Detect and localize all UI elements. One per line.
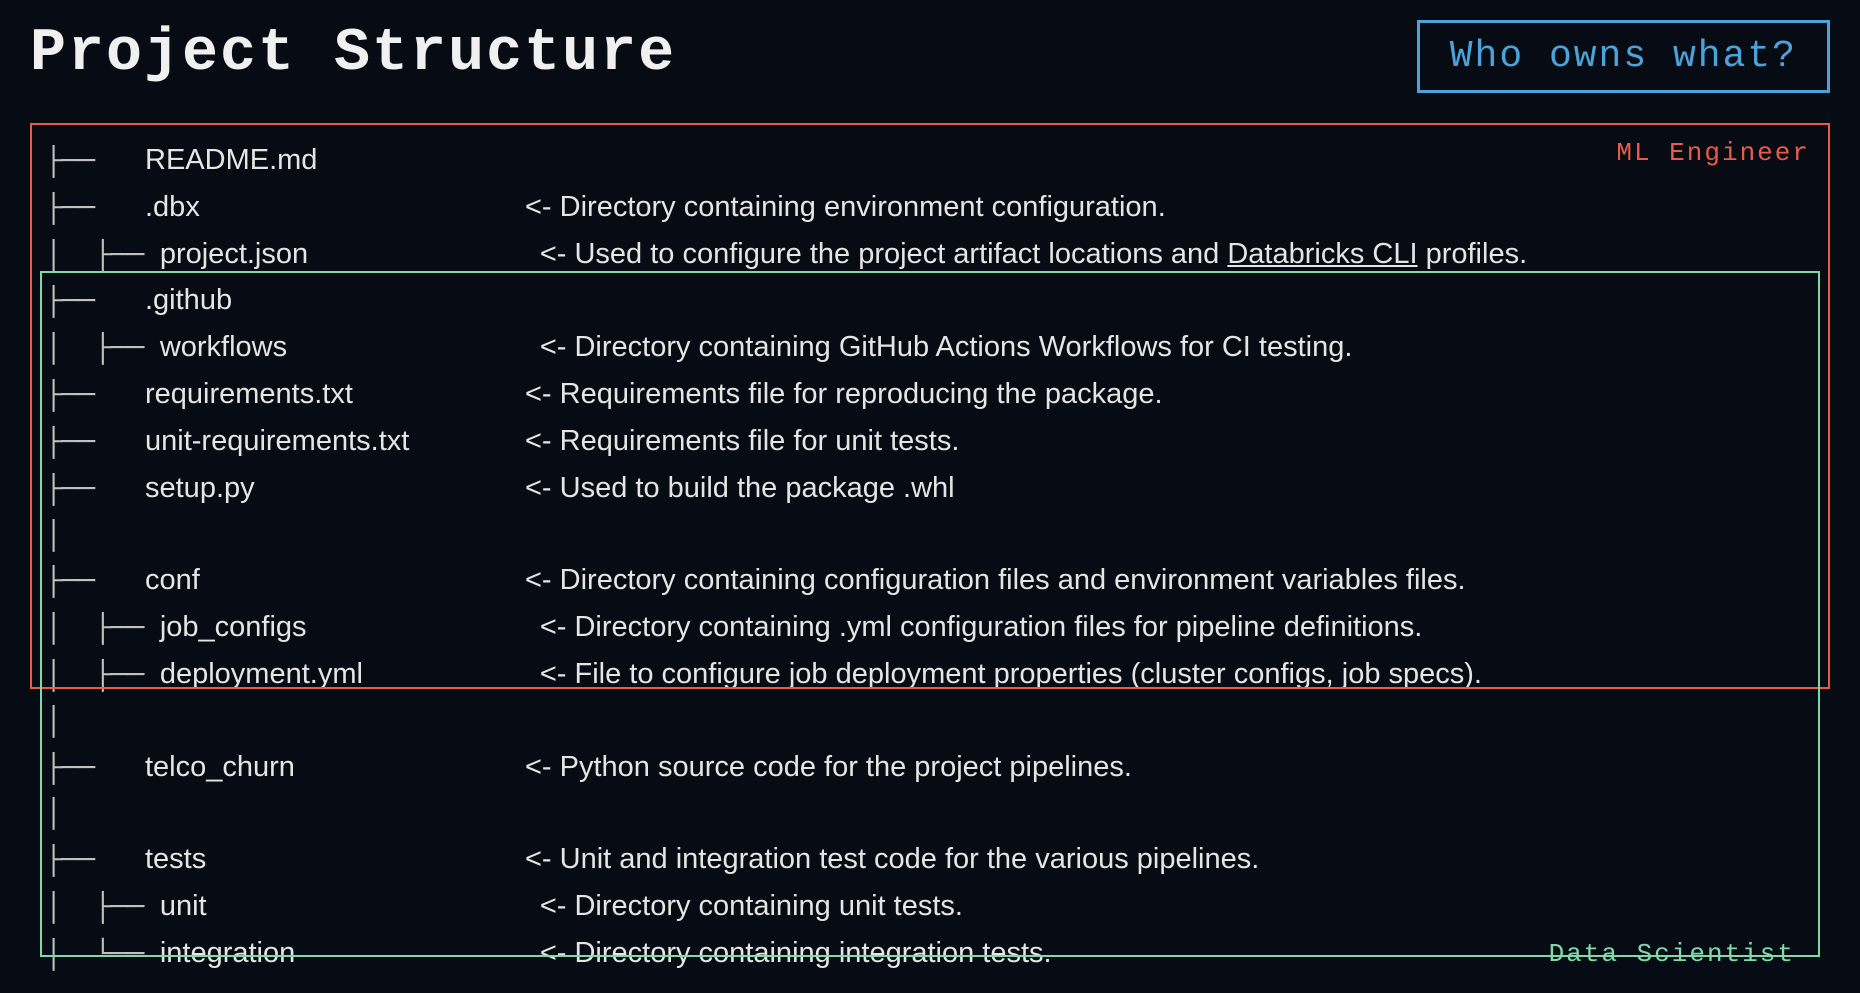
tree-item-name: integration	[160, 931, 540, 977]
tree-row: ├── .dbx<- Directory containing environm…	[45, 185, 1820, 232]
page-title: Project Structure	[30, 20, 676, 88]
tree-row: │ ├── deployment.yml<- File to configure…	[45, 652, 1820, 699]
tree-row: │ ├── project.json<- Used to configure t…	[45, 232, 1820, 279]
tree-item-name: conf	[145, 558, 525, 604]
databricks-cli-link[interactable]: Databricks CLI	[1227, 238, 1417, 270]
tree-prefix: ├──	[45, 420, 145, 466]
tree-prefix: │ ├──	[45, 885, 160, 931]
tree-item-desc: <- Unit and integration test code for th…	[525, 837, 1259, 883]
tree-item-desc: <- Directory containing GitHub Actions W…	[540, 325, 1353, 371]
tree-item-desc: <- Directory containing unit tests.	[540, 884, 963, 930]
tree-item-desc: <- File to configure job deployment prop…	[540, 652, 1482, 698]
tree-prefix: ├──	[45, 746, 145, 792]
tree-item-name: .github	[145, 278, 525, 324]
who-owns-badge: Who owns what?	[1417, 20, 1830, 93]
tree-row: ├── unit-requirements.txt<- Requirements…	[45, 419, 1820, 466]
tree-prefix: ├──	[45, 559, 145, 605]
tree-row: ├── README.md	[45, 138, 1820, 185]
ml-engineer-label: ML Engineer	[1616, 138, 1810, 168]
tree-item-desc: <- Directory containing .yml configurati…	[540, 605, 1423, 651]
tree-row: ├── conf<- Directory containing configur…	[45, 558, 1820, 605]
tree-item-desc: <- Requirements file for reproducing the…	[525, 372, 1163, 418]
tree-prefix: │ ├──	[45, 233, 160, 279]
tree-item-desc: <- Directory containing environment conf…	[525, 185, 1166, 231]
tree-item-desc: <- Directory containing configuration fi…	[525, 558, 1466, 604]
tree-prefix: │ ├──	[45, 653, 160, 699]
tree-row: │ ├── job_configs<- Directory containing…	[45, 605, 1820, 652]
tree-item-name: requirements.txt	[145, 372, 525, 418]
tree-spacer: │	[45, 699, 1820, 745]
tree-item-desc: <- Used to configure the project artifac…	[540, 232, 1527, 278]
tree-prefix: ├──	[45, 838, 145, 884]
tree-item-name: workflows	[160, 325, 540, 371]
tree-item-desc: <- Requirements file for unit tests.	[525, 419, 959, 465]
tree-prefix: │ └──	[45, 932, 160, 978]
tree-item-name: unit	[160, 884, 540, 930]
tree-prefix: │ ├──	[45, 326, 160, 372]
tree-prefix: │ ├──	[45, 606, 160, 652]
tree-item-name: deployment.yml	[160, 652, 540, 698]
tree-item-name: README.md	[145, 138, 525, 184]
tree-prefix: ├──	[45, 467, 145, 513]
tree-item-desc: <- Used to build the package .whl	[525, 466, 955, 512]
tree-item-name: telco_churn	[145, 745, 525, 791]
tree-row: ├── setup.py<- Used to build the package…	[45, 466, 1820, 513]
tree-item-name: unit-requirements.txt	[145, 419, 525, 465]
tree-prefix: ├──	[45, 186, 145, 232]
tree-item-name: job_configs	[160, 605, 540, 651]
tree-prefix: ├──	[45, 279, 145, 325]
tree-row: ├── telco_churn<- Python source code for…	[45, 745, 1820, 792]
tree-row: ├── tests<- Unit and integration test co…	[45, 837, 1820, 884]
tree-prefix: ├──	[45, 373, 145, 419]
tree-spacer: │	[45, 791, 1820, 837]
tree-item-name: .dbx	[145, 185, 525, 231]
tree-spacer: │	[45, 513, 1820, 559]
tree-container: ML Engineer Data Scientist ├── README.md…	[20, 123, 1840, 993]
tree-item-name: setup.py	[145, 466, 525, 512]
tree-item-desc: <- Python source code for the project pi…	[525, 745, 1132, 791]
tree-item-desc: <- Directory containing integration test…	[540, 931, 1052, 977]
tree-item-name: tests	[145, 837, 525, 883]
tree-row: │ ├── unit<- Directory containing unit t…	[45, 884, 1820, 931]
data-scientist-label: Data Scientist	[1549, 939, 1795, 969]
tree-row: ├── .github	[45, 278, 1820, 325]
tree-item-name: project.json	[160, 232, 540, 278]
tree-row: │ ├── workflows<- Directory containing G…	[45, 325, 1820, 372]
tree-prefix: ├──	[45, 139, 145, 185]
tree-row: ├── requirements.txt<- Requirements file…	[45, 372, 1820, 419]
